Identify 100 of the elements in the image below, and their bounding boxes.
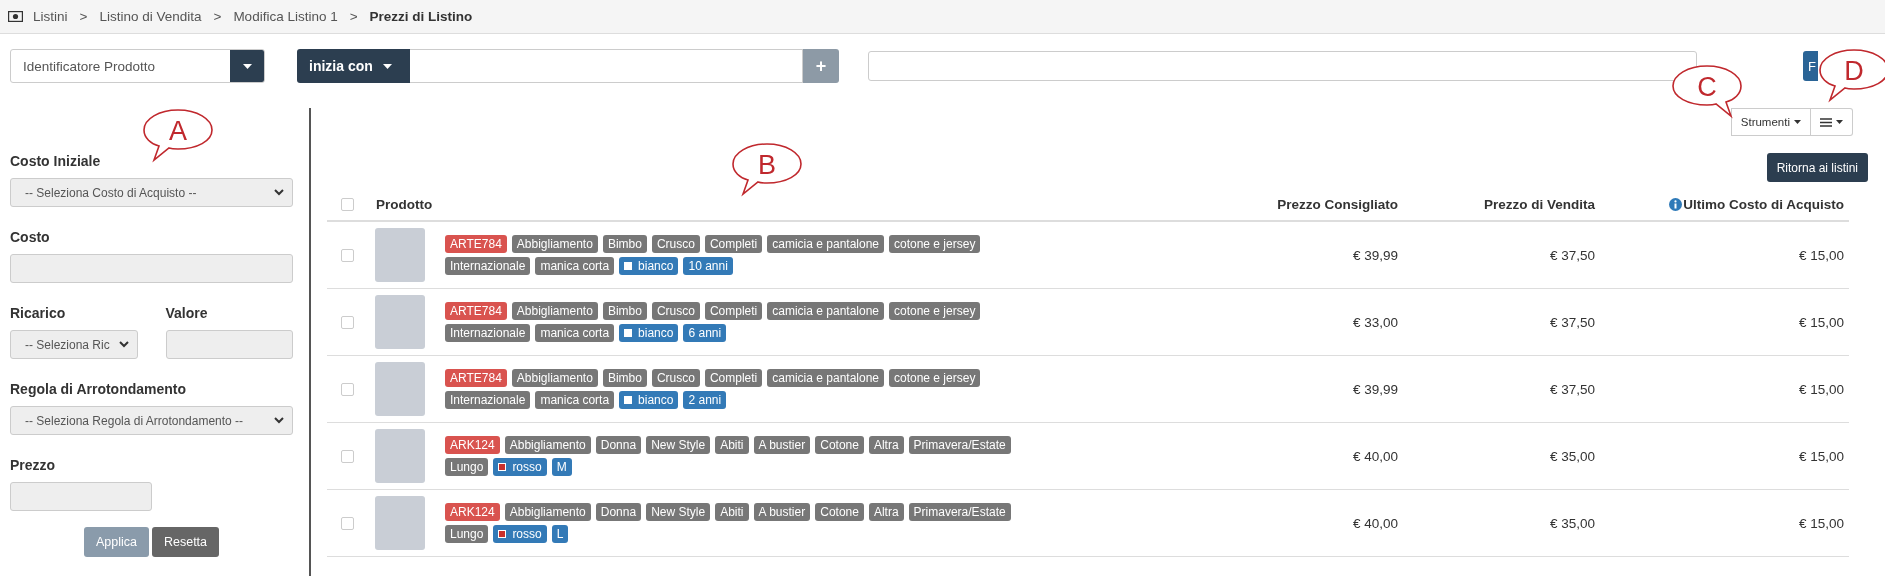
speech-bubble (732, 143, 802, 195)
tag: Internazionale (445, 391, 531, 409)
value-input-field[interactable] (410, 49, 803, 83)
photo-placeholder (375, 429, 425, 483)
field-label: Ricarico (10, 305, 67, 321)
tag: Internazionale (445, 324, 531, 342)
checkbox[interactable] (340, 516, 354, 530)
table-cell: € 15,00 (1798, 314, 1844, 330)
search-button[interactable]: F (1803, 51, 1818, 81)
tag: camicia e pantalone (767, 302, 884, 320)
tag: Lungo (445, 525, 489, 543)
breadcrumb-separator: > (79, 9, 88, 24)
input-field[interactable] (10, 254, 293, 283)
breadcrumb-separator: > (349, 9, 358, 24)
table-cell: € 35,00 (1549, 515, 1595, 531)
tag: Cotone (815, 436, 864, 454)
tag: Completi (704, 302, 763, 320)
tag: Abiti (715, 436, 749, 454)
photo-placeholder (375, 228, 425, 282)
column-header: Prodotto (376, 197, 433, 212)
field-dropdown[interactable]: Identificatore Prodotto (10, 49, 265, 83)
tag: M (551, 458, 572, 476)
tag: camicia e pantalone (767, 235, 884, 253)
tag: Cotone (815, 503, 864, 521)
tag: Crusco (651, 369, 700, 387)
chevron-icon (274, 417, 284, 424)
tag: Donna (595, 436, 642, 454)
reset-button[interactable]: Resetta (151, 527, 220, 557)
tools-dropdown-button[interactable]: Strumenti (1730, 108, 1811, 136)
tag: A bustier (753, 503, 811, 521)
tag: Primavera/Estate (908, 436, 1011, 454)
tag: Completi (704, 369, 763, 387)
checkbox[interactable] (340, 198, 354, 211)
column-header: Ultimo Costo di Acquisto (1683, 197, 1844, 212)
tag: ARK124 (445, 503, 500, 521)
select-dropdown[interactable]: -- Seleziona Ric (10, 330, 138, 359)
back-button[interactable]: Ritorna ai listini (1766, 153, 1868, 182)
operator-dropdown[interactable]: inizia con (297, 49, 410, 83)
tag: bianco (619, 324, 679, 342)
field-label: Prezzo (10, 457, 57, 473)
field-label: Costo Iniziale (10, 153, 102, 169)
breadcrumb-separator: > (213, 9, 222, 24)
checkbox[interactable] (340, 449, 354, 463)
callout-letter: C (1697, 72, 1717, 102)
tag: ARTE784 (445, 369, 507, 387)
checkbox[interactable] (340, 315, 354, 329)
table-cell: € 40,00 (1352, 448, 1398, 464)
tag: Bimbo (602, 302, 647, 320)
tag: Internazionale (445, 257, 531, 275)
column-header: Prezzo di Vendita (1483, 197, 1595, 212)
tag: bianco (619, 391, 679, 409)
table-cell: € 15,00 (1798, 247, 1844, 263)
table-cell: € 39,99 (1352, 247, 1398, 263)
tag: Abbigliamento (504, 503, 591, 521)
input-field[interactable] (10, 482, 152, 511)
table-cell: € 39,99 (1352, 381, 1398, 397)
tag: Abiti (715, 503, 749, 521)
breadcrumb-item[interactable]: Listini (33, 9, 68, 24)
tag: Lungo (445, 458, 489, 476)
info-icon (1669, 198, 1683, 211)
menu-icon (1820, 117, 1832, 127)
tag: ARK124 (445, 436, 500, 454)
column-header: Prezzo Consigliato (1277, 197, 1398, 212)
columns-menu-button[interactable] (1811, 108, 1853, 136)
select-dropdown[interactable]: -- Seleziona Regola di Arrotondamento -- (10, 406, 293, 435)
tag: Abbigliamento (511, 235, 598, 253)
field-label: Costo (10, 229, 51, 245)
tag: cotone e jersey (889, 369, 981, 387)
checkbox[interactable] (340, 382, 354, 396)
table-cell: € 15,00 (1798, 515, 1844, 531)
caret-icon (242, 63, 252, 69)
tag: rosso (493, 525, 547, 543)
tag: Altra (868, 503, 904, 521)
callout-letter: D (1844, 56, 1864, 86)
photo-placeholder (375, 496, 425, 550)
table-cell: € 15,00 (1798, 448, 1844, 464)
table-cell: € 15,00 (1798, 381, 1844, 397)
checkbox[interactable] (340, 248, 354, 262)
speech-bubble (1672, 65, 1742, 117)
tag: L (551, 525, 569, 543)
breadcrumb-item[interactable]: Modifica Listino 1 (233, 9, 338, 24)
speech-bubble (143, 109, 213, 161)
tag: rosso (493, 458, 547, 476)
tag: manica corta (535, 391, 615, 409)
tag: Bimbo (602, 369, 647, 387)
tag: bianco (619, 257, 679, 275)
tag: Abbigliamento (504, 436, 591, 454)
table-cell: € 33,00 (1352, 314, 1398, 330)
tag: A bustier (753, 436, 811, 454)
tag: ARTE784 (445, 302, 507, 320)
select-dropdown[interactable]: -- Seleziona Costo di Acquisto -- (10, 178, 293, 207)
chevron-icon (274, 189, 284, 196)
breadcrumb-item[interactable]: Listino di Vendita (99, 9, 202, 24)
tag: manica corta (535, 257, 615, 275)
search-field[interactable] (868, 51, 1697, 81)
input-field[interactable] (165, 330, 293, 359)
tag: Abbigliamento (511, 369, 598, 387)
field-label: Valore (165, 305, 209, 321)
tag: Crusco (651, 235, 700, 253)
tag: manica corta (535, 324, 615, 342)
